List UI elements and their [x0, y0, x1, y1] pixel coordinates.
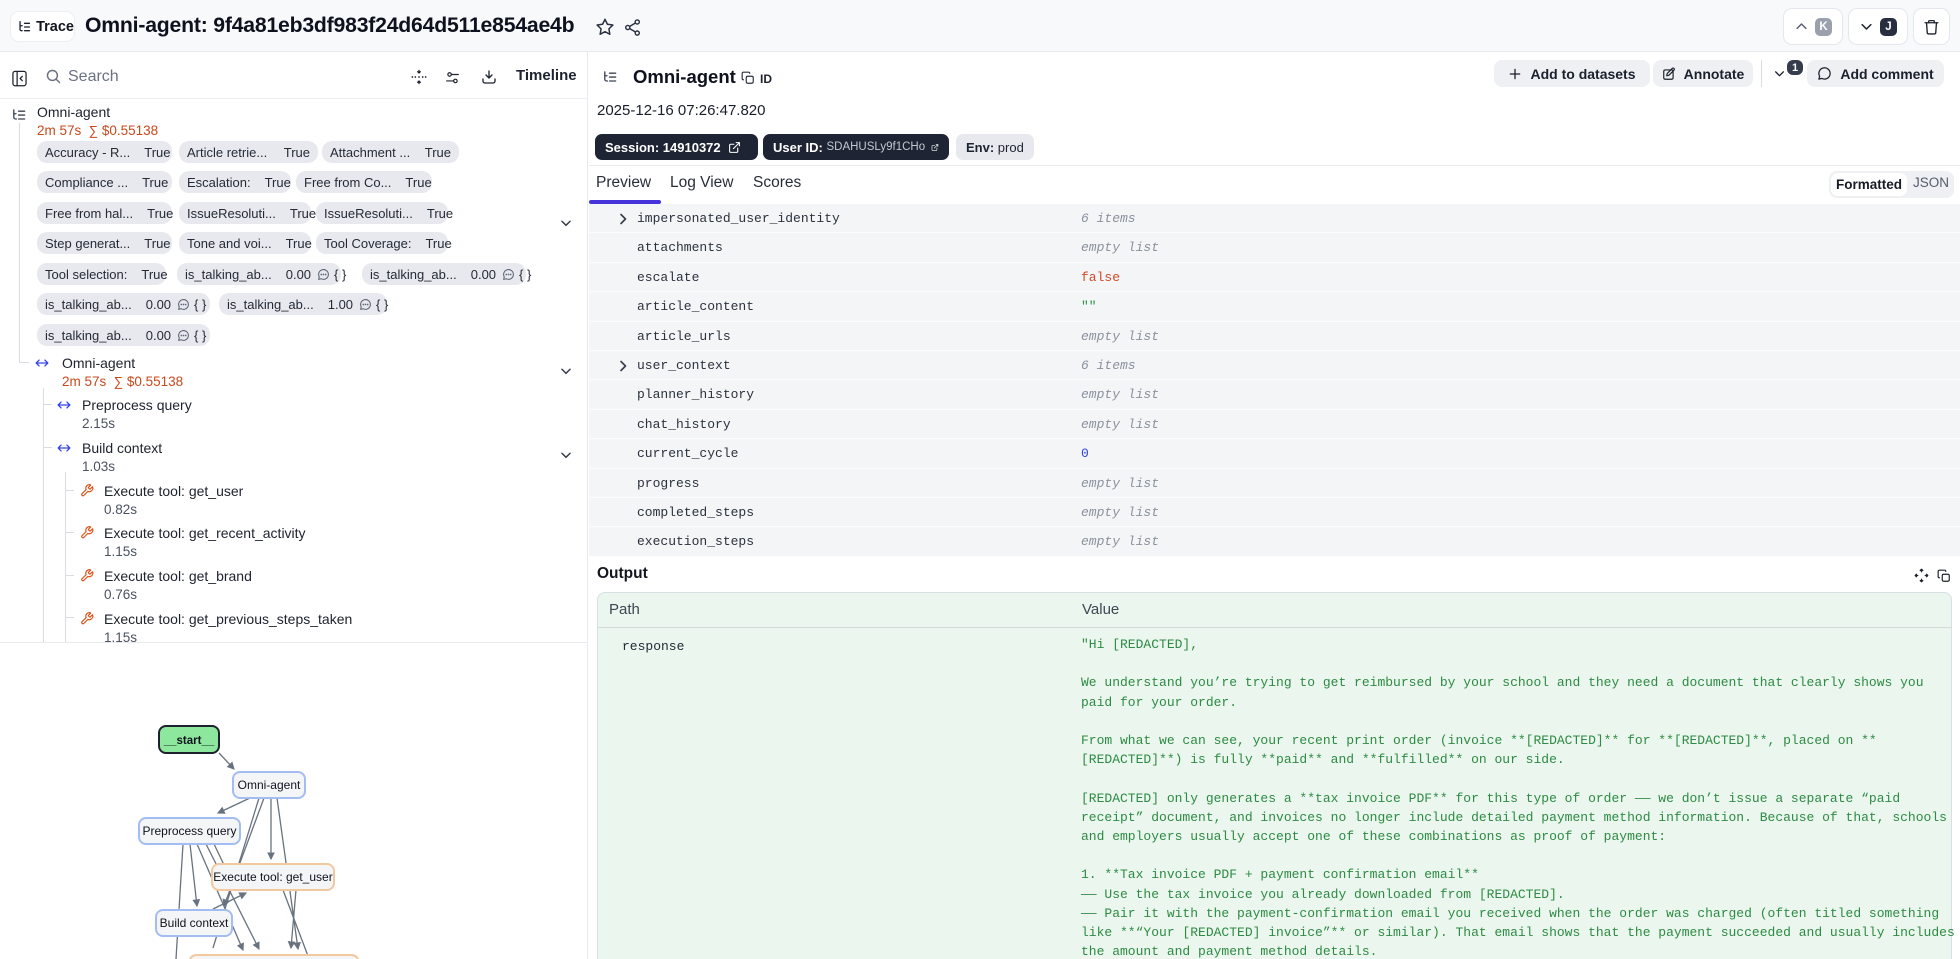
- svg-text:Build context: Build context: [160, 916, 229, 930]
- svg-text:__start__: __start__: [163, 735, 215, 747]
- svg-text:Omni-agent: Omni-agent: [238, 778, 301, 792]
- svg-text:Execute tool: get_user: Execute tool: get_user: [213, 870, 332, 884]
- svg-text:Preprocess query: Preprocess query: [142, 824, 236, 838]
